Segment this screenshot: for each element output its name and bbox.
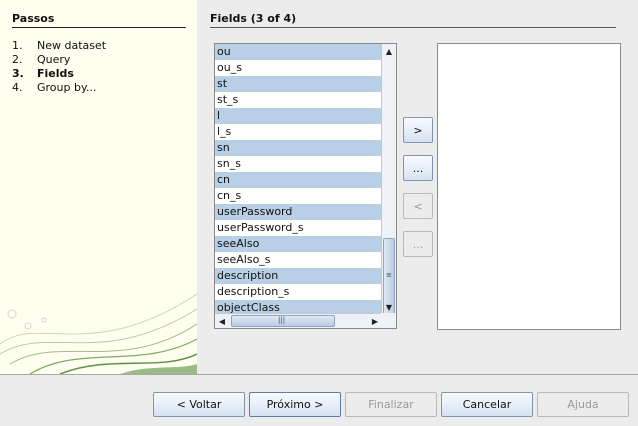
step-label: Query: [37, 53, 71, 66]
step-number: 4.: [12, 81, 23, 94]
grip-icon: ≡: [386, 271, 392, 279]
selected-fields-list[interactable]: [437, 43, 621, 330]
step-label: New dataset: [37, 39, 107, 52]
list-item[interactable]: st: [215, 76, 382, 92]
steps-title: Passos: [12, 12, 186, 28]
decorative-swirl-graphic: [0, 293, 197, 374]
step-group-by[interactable]: 4. Group by...: [12, 81, 106, 95]
step-fields[interactable]: 3. Fields: [12, 67, 106, 81]
finish-button[interactable]: Finalizar: [345, 392, 437, 417]
step-number: 1.: [12, 39, 23, 52]
footer-divider: [0, 374, 638, 375]
help-button[interactable]: Ajuda: [537, 392, 629, 417]
list-item[interactable]: l: [215, 108, 382, 124]
list-item[interactable]: st_s: [215, 92, 382, 108]
list-item[interactable]: cn: [215, 172, 382, 188]
step-label: Fields: [37, 67, 74, 80]
steps-pane: Passos 1. New dataset 2. Query 3. Fields…: [0, 0, 197, 374]
step-new-dataset[interactable]: 1. New dataset: [12, 39, 106, 53]
next-button[interactable]: Próximo >: [249, 392, 341, 417]
available-fields-list[interactable]: ou ou_s st st_s l l_s sn sn_s cn cn_s userPassword…: [214, 43, 397, 329]
list-item[interactable]: seeAlso: [215, 236, 382, 252]
step-query[interactable]: 2. Query: [12, 53, 106, 67]
add-all-fields-button[interactable]: ...: [403, 155, 433, 181]
list-item[interactable]: l_s: [215, 124, 382, 140]
page-title: Fields (3 of 4): [210, 12, 616, 28]
field-list-rows: ou ou_s st st_s l l_s sn sn_s cn cn_s userPassword…: [215, 44, 382, 314]
list-item[interactable]: objectClass: [215, 300, 382, 314]
back-button[interactable]: < Voltar: [153, 392, 245, 417]
grip-icon: |||: [278, 316, 286, 324]
horizontal-scroll-thumb[interactable]: |||: [231, 315, 335, 327]
steps-list: 1. New dataset 2. Query 3. Fields 4. Gro…: [12, 39, 106, 95]
list-item[interactable]: userPassword: [215, 204, 382, 220]
cancel-button[interactable]: Cancelar: [441, 392, 533, 417]
list-item[interactable]: userPassword_s: [215, 220, 382, 236]
step-number: 3.: [12, 67, 24, 80]
step-label: Group by...: [37, 81, 97, 94]
scroll-right-icon[interactable]: ▶: [368, 314, 382, 328]
list-item[interactable]: description_s: [215, 284, 382, 300]
scroll-up-icon[interactable]: ▲: [382, 44, 396, 58]
list-item[interactable]: sn: [215, 140, 382, 156]
list-item[interactable]: ou_s: [215, 60, 382, 76]
list-item[interactable]: description: [215, 268, 382, 284]
list-item[interactable]: cn_s: [215, 188, 382, 204]
list-item[interactable]: seeAlso_s: [215, 252, 382, 268]
remove-field-button[interactable]: <: [403, 193, 433, 219]
step-number: 2.: [12, 53, 23, 66]
scroll-down-icon[interactable]: ▼: [382, 300, 396, 314]
scrollbar-corner: [381, 313, 396, 328]
list-item[interactable]: sn_s: [215, 156, 382, 172]
add-field-button[interactable]: >: [403, 117, 433, 143]
scroll-left-icon[interactable]: ◀: [215, 314, 229, 328]
vertical-scrollbar[interactable]: ▲ ≡ ▼: [381, 44, 396, 316]
list-item[interactable]: ou: [215, 44, 382, 60]
remove-all-fields-button[interactable]: ...: [403, 231, 433, 257]
horizontal-scrollbar[interactable]: ◀ ||| ▶: [215, 313, 382, 328]
